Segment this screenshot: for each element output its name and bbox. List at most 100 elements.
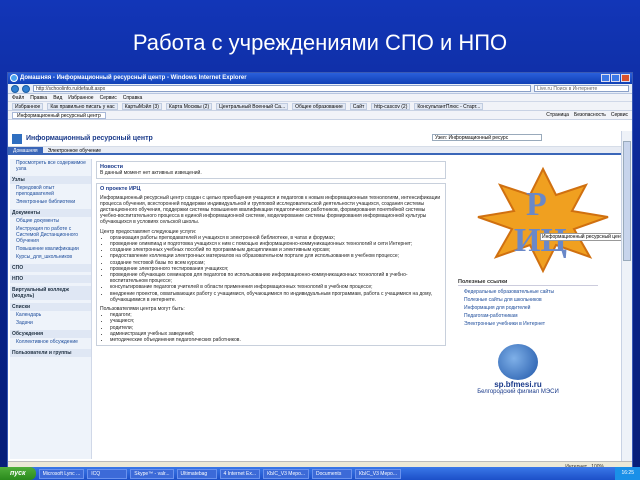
vertical-scrollbar[interactable] — [621, 131, 632, 463]
taskbar-item[interactable]: 4 Internet Ex... — [219, 468, 261, 479]
command-bar: Информационный ресурсный центр Страница … — [8, 111, 632, 120]
nav-section[interactable]: Списки — [10, 303, 91, 311]
link-item[interactable]: Педагогам-работникам — [458, 312, 598, 320]
favorite-link[interactable]: Центральный Военный Са... — [216, 103, 289, 110]
taskbar-item[interactable]: Microsoft Lync ... — [38, 468, 85, 479]
favorite-link[interactable]: КонсультантПлюс - Старт... — [414, 103, 484, 110]
favorite-link[interactable]: http-cascov (2) — [371, 103, 411, 110]
nav-section[interactable]: Пользователи и группы — [10, 349, 91, 357]
tab-elearning[interactable]: Электронное обучение — [43, 147, 106, 154]
site-logo-icon — [12, 133, 22, 144]
web-page: Информационный ресурсный центр Узел: Инф… — [8, 131, 622, 463]
users-list: педагоги;учащиеся;родители;администрация… — [100, 312, 442, 343]
nav-section[interactable]: Документы — [10, 209, 91, 217]
search-input[interactable]: Live.ru Поиск в Интернете — [534, 85, 629, 92]
service-item: предоставление коллекции электронных мат… — [110, 253, 442, 259]
menu-file[interactable]: Файл — [12, 94, 24, 101]
useful-links: Полезные ссылки Федеральные образователь… — [458, 279, 598, 328]
forward-button[interactable] — [22, 84, 30, 93]
site-title: Информационный ресурсный центр — [26, 135, 153, 142]
nav-section[interactable]: Виртуальный колледж (модуль) — [10, 286, 91, 300]
favorite-link[interactable]: Избранное — [12, 103, 44, 110]
command-security[interactable]: Безопасность — [574, 111, 606, 119]
service-item: проведение обучающих семинаров для педаг… — [110, 272, 442, 284]
services-list: организация работы преподавателей и учащ… — [100, 235, 442, 303]
menu-edit[interactable]: Правка — [30, 94, 47, 101]
favorites-bar: Избранное Как правильно писать у нас Кар… — [8, 102, 632, 111]
taskbar-item[interactable]: КЫС_V3 Меро... — [355, 468, 401, 479]
link-item[interactable]: Информация для родителей — [458, 304, 598, 312]
site-scope-select[interactable]: Узел: Информационный ресурс — [432, 134, 542, 141]
taskbar-item[interactable]: Ultimatebag — [176, 468, 217, 479]
favorite-link[interactable]: Сайт — [349, 103, 368, 110]
slide-title: Работа с учреждениями СПО и НПО — [132, 30, 508, 55]
start-button[interactable]: пуск — [0, 467, 36, 480]
news-text: В данный момент нет активных извещений. — [100, 170, 202, 177]
taskbar-item[interactable]: Skype™ - valr... — [130, 468, 174, 479]
tab-home[interactable]: Домашняя — [8, 147, 43, 154]
address-input[interactable]: http://schoolinfo.ru/default.aspx — [33, 85, 531, 92]
menu-favorites[interactable]: Избранное — [68, 94, 93, 101]
nav-item[interactable]: Повышение квалификации — [10, 245, 91, 253]
maximize-button[interactable] — [611, 74, 620, 82]
nav-item[interactable]: Коллективное обсуждение — [10, 338, 91, 346]
nav-item[interactable]: Инструкция по работе с Системой Дистанци… — [10, 225, 91, 245]
main-content: Новости В данный момент нет активных изв… — [96, 161, 446, 461]
news-box: Новости В данный момент нет активных изв… — [96, 161, 446, 180]
command-page[interactable]: Страница — [546, 111, 569, 119]
nav-item[interactable]: Задачи — [10, 319, 91, 327]
menu-help[interactable]: Справка — [123, 94, 143, 101]
sp-url: sp.bfmesi.ru — [494, 380, 542, 389]
about-title: О проекте ИРЦ — [100, 186, 141, 193]
window-titlebar: Домашняя - Информационный ресурсный цент… — [8, 73, 632, 84]
irc-logo: Р ИЦ — [477, 166, 609, 274]
menu-view[interactable]: Вид — [53, 94, 62, 101]
nav-item[interactable]: Передовой опыт преподавателей — [10, 184, 91, 198]
nav-section[interactable]: СПО — [10, 264, 91, 272]
favorite-link[interactable]: Общее образование — [292, 103, 346, 110]
left-navigation: Просмотреть все содержимое узла Узлы Перед… — [10, 159, 92, 459]
clock: 16:25 — [615, 467, 640, 480]
user-item: методические объединения педагогических … — [110, 337, 442, 343]
about-box: О проекте ИРЦ Информационный ресурсный ц… — [96, 183, 446, 347]
service-item: внедрение проектов, охватывающих работу … — [110, 291, 442, 303]
about-intro: Информационный ресурсный центр создан с … — [100, 194, 441, 226]
favorite-link[interactable]: КартыМэйл (3) — [121, 103, 162, 110]
scroll-thumb[interactable] — [623, 141, 631, 261]
nav-section[interactable]: Узлы — [10, 176, 91, 184]
close-button[interactable] — [621, 74, 630, 82]
browser-tab[interactable]: Информационный ресурсный центр — [12, 112, 106, 119]
favorite-link[interactable]: Карта Москвы (2) — [165, 103, 213, 110]
taskbar-item[interactable]: Documents — [312, 468, 353, 479]
right-column: Р ИЦ Информационный ресурсный центр Поле… — [448, 159, 622, 459]
site-tabs: Домашняя Электронное обучение — [8, 147, 622, 155]
link-item[interactable]: Электронные учебники в Интернет — [458, 320, 598, 328]
taskbar-item[interactable]: ICQ — [87, 468, 128, 479]
link-item[interactable]: Полезные сайты для школьников — [458, 296, 598, 304]
link-item[interactable]: Федеральные образовательные сайты — [458, 288, 598, 296]
command-tools[interactable]: Сервис — [611, 111, 628, 119]
menu-tools[interactable]: Сервис — [100, 94, 117, 101]
nav-item[interactable]: Курсы_для_школьников — [10, 253, 91, 261]
nav-section[interactable]: НПО — [10, 275, 91, 283]
svg-text:Р: Р — [526, 186, 547, 223]
logo-caption: Информационный ресурсный центр — [540, 233, 622, 241]
address-bar: http://schoolinfo.ru/default.aspx Live.r… — [8, 84, 632, 94]
nav-item[interactable]: Просмотреть все содержимое узла — [10, 159, 91, 173]
nav-section[interactable]: Обсуждения — [10, 330, 91, 338]
nav-item[interactable]: Общие документы — [10, 217, 91, 225]
ie-icon — [10, 74, 18, 82]
window-title: Домашняя - Информационный ресурсный цент… — [20, 75, 247, 81]
favorite-link[interactable]: Как правильно писать у нас — [47, 103, 118, 110]
taskbar-item[interactable]: КЫС_V3 Меро... — [263, 468, 310, 479]
links-title: Полезные ссылки — [458, 279, 598, 286]
back-button[interactable] — [11, 84, 19, 93]
sp-logo[interactable]: sp.bfmesi.ru Белгородский филиал МЭСИ — [468, 344, 568, 404]
nav-item[interactable]: Электронные библиотеки — [10, 198, 91, 206]
minimize-button[interactable] — [601, 74, 610, 82]
taskbar: пуск Microsoft Lync ... ICQ Skype™ - valr.… — [0, 467, 640, 480]
nav-item[interactable]: Календарь — [10, 311, 91, 319]
globe-icon — [498, 344, 538, 380]
browser-window: Домашняя - Информационный ресурсный цент… — [7, 72, 633, 472]
menu-bar: Файл Правка Вид Избранное Сервис Справка — [8, 94, 632, 102]
